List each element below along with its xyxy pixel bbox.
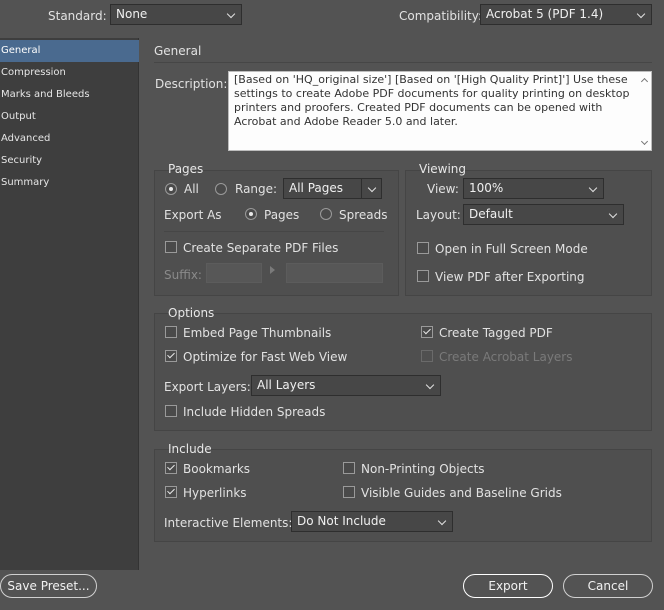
tagged-pdf-checkbox[interactable] bbox=[421, 326, 433, 338]
view-dropdown[interactable]: 100% bbox=[463, 178, 604, 199]
visible-guides-checkbox[interactable] bbox=[343, 486, 355, 498]
include-title: Include bbox=[168, 442, 212, 456]
acrobat-layers-checkbox[interactable] bbox=[421, 350, 433, 362]
sidebar-item-compression[interactable]: Compression bbox=[0, 62, 139, 84]
compatibility-value: Acrobat 5 (PDF 1.4) bbox=[486, 7, 604, 21]
description-text: [Based on 'HQ_original size'] [Based on … bbox=[234, 73, 630, 128]
play-icon bbox=[270, 266, 275, 274]
bookmarks-checkbox[interactable] bbox=[165, 462, 177, 474]
pages-title: Pages bbox=[168, 162, 204, 176]
sidebar-item-label: Marks and Bleeds bbox=[1, 89, 90, 100]
compatibility-label: Compatibility: bbox=[399, 9, 483, 23]
chevron-down-icon bbox=[588, 183, 598, 193]
sidebar-item-advanced[interactable]: Advanced bbox=[0, 128, 139, 150]
tagged-pdf-label: Create Tagged PDF bbox=[439, 326, 553, 340]
sidebar-item-label: General bbox=[1, 45, 41, 56]
chevron-down-icon bbox=[636, 9, 646, 19]
separate-pdf-checkbox[interactable] bbox=[165, 241, 177, 253]
visible-guides-label: Visible Guides and Baseline Grids bbox=[361, 486, 562, 500]
sidebar-item-label: Compression bbox=[1, 67, 66, 78]
pages-divider bbox=[164, 231, 384, 232]
sidebar-item-marks-and-bleeds[interactable]: Marks and Bleeds bbox=[0, 84, 139, 106]
optimize-web-label: Optimize for Fast Web View bbox=[183, 350, 348, 364]
interactive-elements-dropdown[interactable]: Do Not Include bbox=[291, 511, 453, 532]
pages-range-label: Range: bbox=[235, 182, 278, 196]
layout-label: Layout: bbox=[416, 208, 461, 222]
scroll-up-icon[interactable] bbox=[640, 77, 649, 86]
suffix-field[interactable] bbox=[206, 263, 262, 283]
standard-dropdown[interactable]: None bbox=[110, 4, 242, 25]
suffix-token-field[interactable] bbox=[286, 263, 383, 283]
export-spreads-label: Spreads bbox=[339, 208, 388, 222]
options-title: Options bbox=[168, 306, 215, 320]
description-label: Description: bbox=[155, 77, 228, 91]
chevron-down-icon bbox=[425, 380, 435, 390]
export-layers-label: Export Layers: bbox=[164, 380, 251, 394]
export-as-label: Export As bbox=[164, 208, 222, 222]
chevron-down-icon bbox=[367, 183, 377, 193]
standard-value: None bbox=[116, 7, 148, 21]
hidden-spreads-checkbox[interactable] bbox=[165, 405, 177, 417]
sidebar-item-label: Summary bbox=[1, 177, 50, 188]
cancel-button[interactable]: Cancel bbox=[563, 574, 653, 598]
combobox-separator bbox=[361, 179, 362, 198]
hyperlinks-label: Hyperlinks bbox=[183, 486, 247, 500]
embed-thumbnails-checkbox[interactable] bbox=[165, 326, 177, 338]
layout-value: Default bbox=[469, 207, 513, 221]
interactive-elements-value: Do Not Include bbox=[297, 514, 386, 528]
layout-dropdown[interactable]: Default bbox=[463, 204, 624, 225]
range-combobox[interactable]: All Pages bbox=[283, 178, 382, 199]
description-textarea[interactable]: [Based on 'HQ_original size'] [Based on … bbox=[228, 71, 652, 151]
scroll-down-icon[interactable] bbox=[640, 137, 649, 146]
section-divider bbox=[154, 62, 652, 63]
sidebar: General Compression Marks and Bleeds Out… bbox=[0, 38, 139, 570]
non-printing-label: Non-Printing Objects bbox=[361, 462, 485, 476]
view-value: 100% bbox=[469, 181, 504, 195]
acrobat-layers-label: Create Acrobat Layers bbox=[439, 350, 573, 364]
pages-range-radio[interactable] bbox=[215, 183, 227, 195]
bookmarks-label: Bookmarks bbox=[183, 462, 251, 476]
pages-all-label: All bbox=[184, 182, 199, 196]
suffix-label: Suffix: bbox=[164, 268, 202, 282]
chevron-down-icon bbox=[226, 9, 236, 19]
fullscreen-checkbox[interactable] bbox=[417, 242, 429, 254]
sidebar-item-label: Output bbox=[1, 111, 36, 122]
view-after-export-checkbox[interactable] bbox=[417, 270, 429, 282]
view-after-export-label: View PDF after Exporting bbox=[435, 270, 585, 284]
sidebar-item-general[interactable]: General bbox=[0, 40, 139, 62]
export-spreads-radio[interactable] bbox=[320, 208, 332, 220]
view-label: View: bbox=[427, 182, 459, 196]
non-printing-checkbox[interactable] bbox=[343, 462, 355, 474]
save-preset-button[interactable]: Save Preset... bbox=[0, 574, 97, 598]
separate-pdf-label: Create Separate PDF Files bbox=[183, 241, 339, 255]
optimize-web-checkbox[interactable] bbox=[165, 350, 177, 362]
sidebar-item-label: Security bbox=[1, 155, 43, 166]
export-button[interactable]: Export bbox=[463, 574, 553, 598]
export-pages-radio[interactable] bbox=[245, 208, 257, 220]
fullscreen-label: Open in Full Screen Mode bbox=[435, 242, 588, 256]
pages-all-radio[interactable] bbox=[165, 183, 177, 195]
export-layers-value: All Layers bbox=[257, 378, 316, 392]
interactive-elements-label: Interactive Elements: bbox=[164, 516, 293, 530]
standard-label: Standard: bbox=[48, 9, 107, 23]
range-value: All Pages bbox=[289, 181, 343, 195]
chevron-down-icon bbox=[608, 209, 618, 219]
chevron-down-icon bbox=[437, 516, 447, 526]
sidebar-item-security[interactable]: Security bbox=[0, 150, 139, 172]
export-layers-dropdown[interactable]: All Layers bbox=[251, 375, 441, 396]
sidebar-item-output[interactable]: Output bbox=[0, 106, 139, 128]
hyperlinks-checkbox[interactable] bbox=[165, 486, 177, 498]
viewing-title: Viewing bbox=[419, 162, 467, 176]
sidebar-item-label: Advanced bbox=[1, 133, 51, 144]
section-title: General bbox=[154, 44, 202, 58]
embed-thumbnails-label: Embed Page Thumbnails bbox=[183, 326, 332, 340]
hidden-spreads-label: Include Hidden Spreads bbox=[183, 405, 326, 419]
sidebar-item-summary[interactable]: Summary bbox=[0, 172, 139, 194]
export-pages-label: Pages bbox=[264, 208, 300, 222]
compatibility-dropdown[interactable]: Acrobat 5 (PDF 1.4) bbox=[480, 4, 652, 25]
